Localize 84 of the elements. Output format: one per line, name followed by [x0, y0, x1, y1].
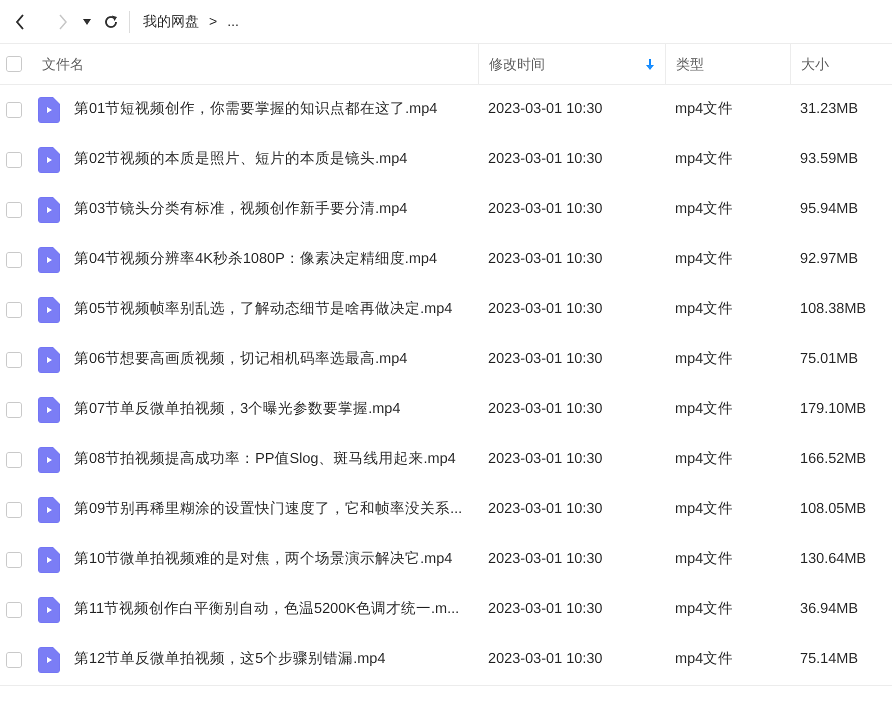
file-type: mp4文件 — [675, 501, 734, 518]
file-size: 93.59MB — [800, 151, 858, 168]
file-size: 179.10MB — [800, 401, 866, 418]
column-header[interactable]: 类型 — [676, 54, 780, 74]
file-date: 2023-03-01 10:30 — [488, 551, 602, 568]
file-type: mp4文件 — [675, 101, 734, 118]
file-name[interactable]: 第12节单反微单拍视频，这5个步骤别错漏.mp4 — [74, 649, 386, 671]
column-header[interactable]: 修改时间 — [489, 54, 645, 74]
checkbox[interactable] — [6, 202, 22, 218]
file-type: mp4文件 — [675, 551, 734, 568]
video-file-icon — [38, 347, 60, 373]
file-date: 2023-03-01 10:30 — [488, 201, 602, 218]
checkbox[interactable] — [6, 152, 22, 168]
file-name[interactable]: 第01节短视频创作，你需要掌握的知识点都在这了.mp4 — [74, 99, 438, 121]
video-file-icon — [38, 647, 60, 673]
file-type: mp4文件 — [675, 351, 734, 368]
checkbox[interactable] — [6, 652, 22, 668]
checkbox[interactable] — [6, 552, 22, 568]
file-type: mp4文件 — [675, 251, 734, 268]
video-file-icon — [38, 597, 60, 623]
forward-icon — [58, 14, 68, 30]
file-size: 75.01MB — [800, 351, 858, 368]
file-name[interactable]: 第07节单反微单拍视频，3个曝光参数要掌握.mp4 — [74, 399, 400, 421]
video-file-icon — [38, 397, 60, 423]
video-file-icon — [38, 147, 60, 173]
file-name[interactable]: 第04节视频分辨率4K秒杀1080P：像素决定精细度.mp4 — [74, 249, 438, 271]
file-date: 2023-03-01 10:30 — [488, 401, 602, 418]
file-date: 2023-03-01 10:30 — [488, 351, 602, 368]
video-file-icon — [38, 547, 60, 573]
file-type: mp4文件 — [675, 651, 734, 668]
file-name[interactable]: 第09节别再稀里糊涂的设置快门速度了，它和帧率没关系... — [74, 499, 462, 521]
file-date: 2023-03-01 10:30 — [488, 101, 602, 118]
video-file-icon — [38, 447, 60, 473]
file-name[interactable]: 第03节镜头分类有标准，视频创作新手要分清.mp4 — [74, 199, 408, 221]
file-type: mp4文件 — [675, 601, 734, 618]
file-type: mp4文件 — [675, 301, 734, 318]
checkbox[interactable] — [6, 252, 22, 268]
file-date: 2023-03-01 10:30 — [488, 601, 602, 618]
refresh-icon — [103, 14, 119, 30]
video-file-icon — [38, 247, 60, 273]
file-date: 2023-03-01 10:30 — [488, 301, 602, 318]
column-header[interactable]: 文件名 — [42, 54, 478, 74]
back-icon — [15, 14, 25, 30]
checkbox[interactable] — [6, 602, 22, 618]
file-name[interactable]: 第10节微单拍视频难的是对焦，两个场景演示解决它.mp4 — [74, 549, 452, 571]
file-name[interactable]: 第05节视频帧率别乱选，了解动态细节是啥再做决定.mp4 — [74, 299, 452, 321]
file-type: mp4文件 — [675, 451, 734, 468]
file-size: 75.14MB — [800, 651, 858, 668]
checkbox[interactable] — [6, 352, 22, 368]
checkbox[interactable] — [6, 452, 22, 468]
file-name[interactable]: 第11节视频创作白平衡别自动，色温5200K色调才统一.m... — [74, 599, 460, 621]
file-size: 130.64MB — [800, 551, 866, 568]
file-date: 2023-03-01 10:30 — [488, 651, 602, 668]
checkbox[interactable] — [6, 102, 22, 118]
file-name[interactable]: 第08节拍视频提高成功率：PP值Slog、斑马线用起来.mp4 — [74, 449, 456, 471]
file-date: 2023-03-01 10:30 — [488, 501, 602, 518]
column-header[interactable]: 大小 — [801, 54, 882, 74]
caret-icon — [83, 18, 91, 24]
file-name[interactable]: 第06节想要高画质视频，切记相机码率选最高.mp4 — [74, 349, 408, 371]
checkbox[interactable] — [6, 402, 22, 418]
breadcrumb-link[interactable]: 我的网盘 — [143, 11, 199, 32]
checkbox[interactable] — [6, 302, 22, 318]
video-file-icon — [38, 497, 60, 523]
breadcrumb-separator: > — [209, 12, 218, 31]
file-size: 95.94MB — [800, 201, 858, 218]
checkbox[interactable] — [6, 502, 22, 518]
file-date: 2023-03-01 10:30 — [488, 151, 602, 168]
video-file-icon — [38, 97, 60, 123]
file-size: 108.38MB — [800, 301, 866, 318]
file-size: 36.94MB — [800, 601, 858, 618]
file-type: mp4文件 — [675, 151, 734, 168]
file-size: 108.05MB — [800, 501, 866, 518]
file-name[interactable]: 第02节视频的本质是照片、短片的本质是镜头.mp4 — [74, 149, 408, 171]
file-date: 2023-03-01 10:30 — [488, 251, 602, 268]
video-file-icon — [38, 297, 60, 323]
video-file-icon — [38, 197, 60, 223]
breadcrumb-more[interactable]: ... — [227, 11, 239, 32]
file-size: 31.23MB — [800, 101, 858, 118]
file-type: mp4文件 — [675, 401, 734, 418]
checkbox[interactable] — [6, 56, 22, 72]
file-date: 2023-03-01 10:30 — [488, 451, 602, 468]
file-size: 166.52MB — [800, 451, 866, 468]
file-type: mp4文件 — [675, 201, 734, 218]
file-size: 92.97MB — [800, 251, 858, 268]
